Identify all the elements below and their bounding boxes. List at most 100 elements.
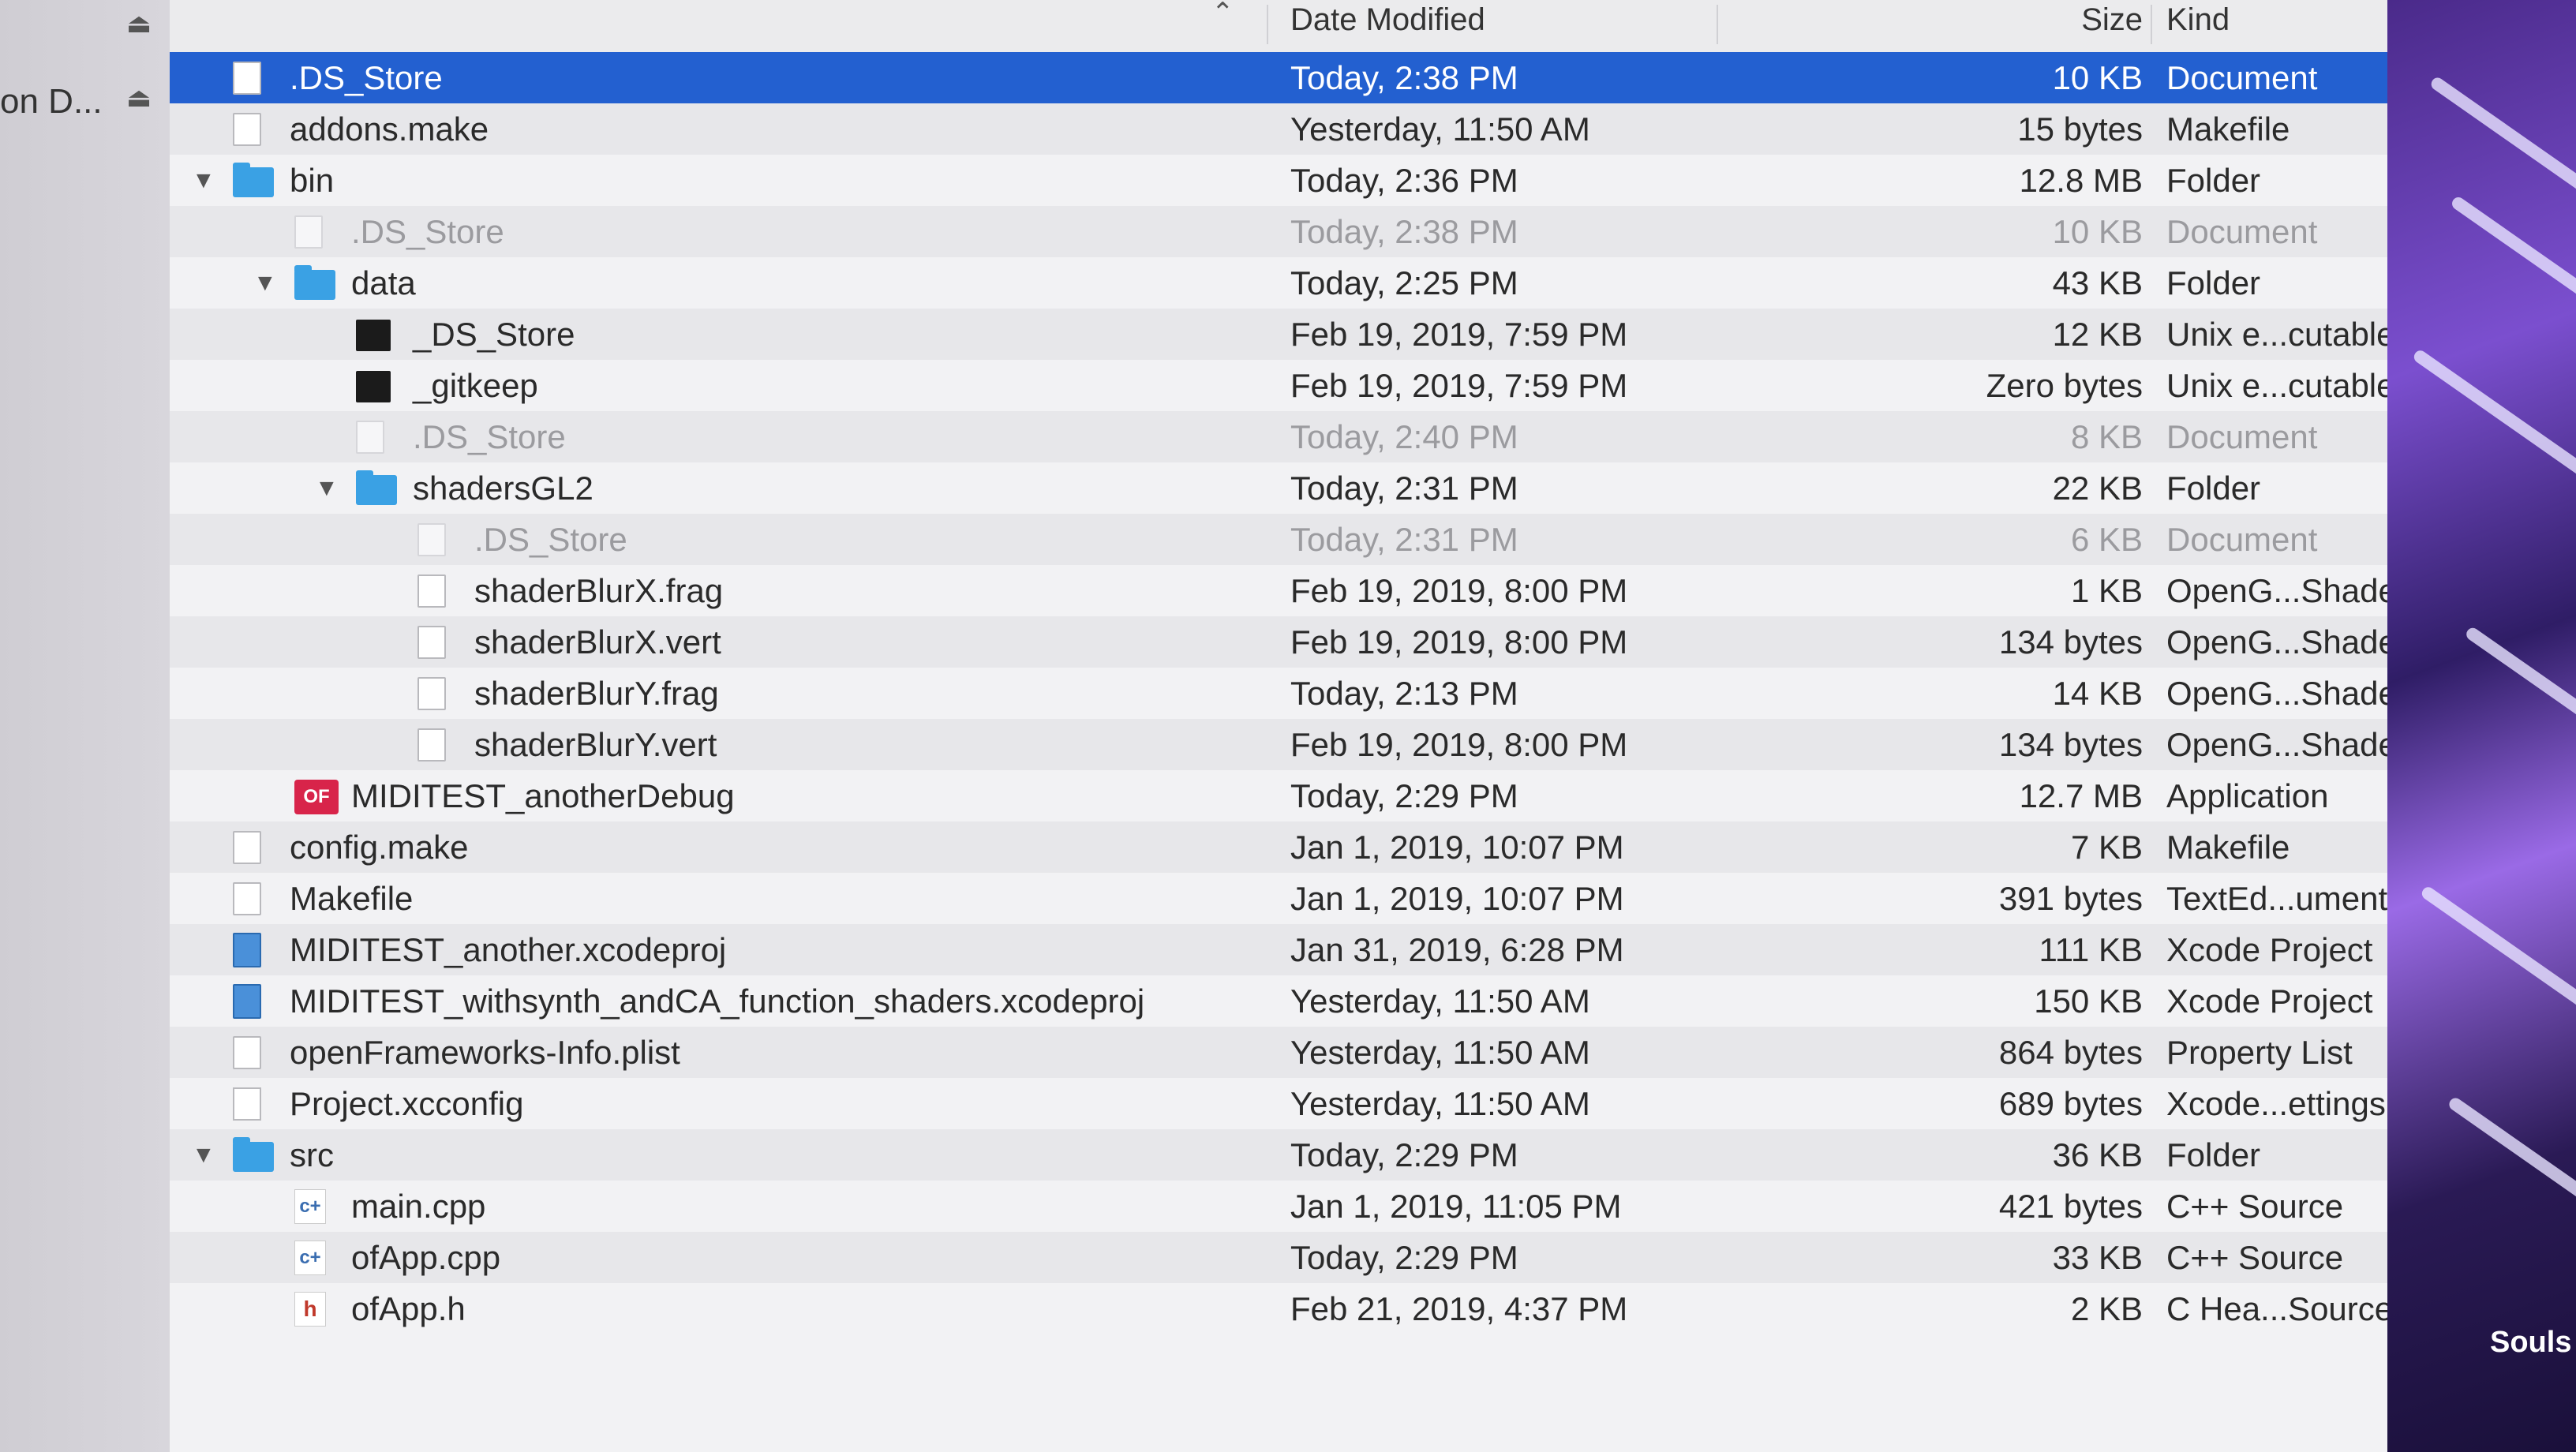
folder-icon: [294, 265, 335, 300]
file-row[interactable]: shaderBlurX.frag Feb 19, 2019, 8:00 PM 1 K…: [170, 565, 2387, 616]
file-kind: Property List: [2166, 1034, 2353, 1071]
file-name: shaderBlurY.vert: [474, 726, 717, 763]
folder-icon: [356, 470, 397, 505]
executable-icon: [356, 371, 391, 402]
file-name: config.make: [290, 829, 469, 866]
file-kind: Document: [2166, 418, 2318, 455]
column-divider[interactable]: [1717, 5, 1718, 44]
file-name: addons.make: [290, 110, 489, 148]
file-kind: C++ Source: [2166, 1239, 2344, 1276]
column-header-date[interactable]: Date Modified: [1290, 0, 1485, 52]
file-row[interactable]: _DS_Store Feb 19, 2019, 7:59 PM 12 KB Unix …: [170, 309, 2387, 360]
file-size: 33 KB: [2052, 1239, 2143, 1276]
file-row[interactable]: shaderBlurX.vert Feb 19, 2019, 8:00 PM 134…: [170, 616, 2387, 668]
file-icon: [417, 523, 446, 556]
file-size: 1 KB: [2070, 572, 2143, 609]
file-row[interactable]: shaderBlurY.frag Today, 2:13 PM 14 KB OpenG…: [170, 668, 2387, 719]
file-row[interactable]: ▼ shadersGL2 Today, 2:31 PM 22 KB Folder: [170, 462, 2387, 514]
file-kind: Document: [2166, 521, 2318, 558]
file-name: _DS_Store: [413, 316, 575, 353]
file-icon: [417, 728, 446, 762]
file-date-modified: Yesterday, 11:50 AM: [1290, 110, 1590, 148]
file-row[interactable]: c+ ofApp.cpp Today, 2:29 PM 33 KB C++ Source: [170, 1232, 2387, 1283]
xcode-project-icon: [233, 984, 261, 1019]
eject-icon[interactable]: ⏏: [126, 82, 152, 114]
disclosure-triangle-icon[interactable]: ▼: [253, 257, 277, 309]
file-row[interactable]: _gitkeep Feb 19, 2019, 7:59 PM Zero bytes U…: [170, 360, 2387, 411]
file-row[interactable]: openFrameworks-Info.plist Yesterday, 11:5…: [170, 1027, 2387, 1078]
file-size: 12.8 MB: [2019, 162, 2143, 199]
file-row[interactable]: Project.xcconfig Yesterday, 11:50 AM 689 b…: [170, 1078, 2387, 1129]
file-row[interactable]: ▼ bin Today, 2:36 PM 12.8 MB Folder: [170, 155, 2387, 206]
file-name: .DS_Store: [413, 418, 566, 455]
file-row[interactable]: ▼ src Today, 2:29 PM 36 KB Folder: [170, 1129, 2387, 1181]
file-name: openFrameworks-Info.plist: [290, 1034, 680, 1071]
disclosure-triangle-icon[interactable]: ▼: [192, 155, 215, 206]
file-name: ofApp.cpp: [351, 1239, 501, 1276]
sort-ascending-icon[interactable]: ⌃: [1211, 0, 1234, 28]
file-row[interactable]: .DS_Store Today, 2:38 PM 10 KB Document: [170, 52, 2387, 103]
file-date-modified: Today, 2:36 PM: [1290, 162, 1518, 199]
column-header-size[interactable]: Size: [1827, 0, 2143, 52]
file-row[interactable]: .DS_Store Today, 2:40 PM 8 KB Document: [170, 411, 2387, 462]
sidebar-item-label[interactable]: on D...: [0, 82, 103, 122]
file-name: main.cpp: [351, 1188, 486, 1225]
file-date-modified: Jan 31, 2019, 6:28 PM: [1290, 931, 1624, 968]
file-row[interactable]: ▼ data Today, 2:25 PM 43 KB Folder: [170, 257, 2387, 309]
file-row[interactable]: shaderBlurY.vert Feb 19, 2019, 8:00 PM 134…: [170, 719, 2387, 770]
file-icon: [356, 421, 384, 454]
file-row[interactable]: c+ main.cpp Jan 1, 2019, 11:05 PM 421 bytes…: [170, 1181, 2387, 1232]
disclosure-triangle-icon[interactable]: ▼: [192, 1129, 215, 1181]
file-date-modified: Today, 2:31 PM: [1290, 521, 1518, 558]
file-row[interactable]: Makefile Jan 1, 2019, 10:07 PM 391 bytes Te…: [170, 873, 2387, 924]
file-icon: [233, 62, 261, 95]
file-name: MIDITEST_another.xcodeproj: [290, 931, 727, 968]
file-icon: [233, 113, 261, 146]
file-date-modified: Feb 19, 2019, 8:00 PM: [1290, 572, 1628, 609]
file-kind: OpenG...Shader: [2166, 623, 2387, 661]
file-name: Makefile: [290, 880, 414, 917]
file-size: 14 KB: [2052, 675, 2143, 712]
file-name: Project.xcconfig: [290, 1085, 524, 1122]
column-header-bar: ⌃ Date Modified Size Kind: [170, 0, 2387, 54]
file-kind: Xcode...ettings: [2166, 1085, 2386, 1122]
file-row[interactable]: addons.make Yesterday, 11:50 AM 15 bytes Ma…: [170, 103, 2387, 155]
file-size: 6 KB: [2070, 521, 2143, 558]
file-row[interactable]: MIDITEST_another.xcodeproj Jan 31, 2019, …: [170, 924, 2387, 975]
file-row[interactable]: MIDITEST_withsynth_andCA_function_shader…: [170, 975, 2387, 1027]
file-kind: Makefile: [2166, 110, 2290, 148]
file-row[interactable]: .DS_Store Today, 2:38 PM 10 KB Document: [170, 206, 2387, 257]
file-date-modified: Today, 2:29 PM: [1290, 1136, 1518, 1173]
file-size: 10 KB: [2052, 59, 2143, 96]
file-row[interactable]: h ofApp.h Feb 21, 2019, 4:37 PM 2 KB C Hea..…: [170, 1283, 2387, 1334]
column-divider[interactable]: [1267, 5, 1268, 44]
eject-icon[interactable]: ⏏: [126, 8, 152, 39]
file-row[interactable]: config.make Jan 1, 2019, 10:07 PM 7 KB Make…: [170, 821, 2387, 873]
disclosure-triangle-icon[interactable]: ▼: [315, 462, 339, 514]
desktop-item-label[interactable]: Souls: [2490, 1326, 2571, 1360]
file-kind: Folder: [2166, 1136, 2261, 1173]
file-name: shadersGL2: [413, 470, 593, 507]
file-date-modified: Today, 2:38 PM: [1290, 59, 1518, 96]
file-kind: Application: [2166, 777, 2329, 814]
file-name: ofApp.h: [351, 1290, 466, 1327]
file-date-modified: Today, 2:40 PM: [1290, 418, 1518, 455]
file-name: MIDITEST_anotherDebug: [351, 777, 735, 814]
sidebar: ⏏ ⏏ on D...: [0, 0, 170, 1452]
file-list: .DS_Store Today, 2:38 PM 10 KB Document addo…: [170, 52, 2387, 1334]
column-header-kind[interactable]: Kind: [2166, 0, 2230, 52]
file-icon: [417, 574, 446, 608]
file-row[interactable]: .DS_Store Today, 2:31 PM 6 KB Document: [170, 514, 2387, 565]
file-kind: OpenG...Shader: [2166, 572, 2387, 609]
file-name: MIDITEST_withsynth_andCA_function_shader…: [290, 982, 1145, 1020]
file-date-modified: Today, 2:25 PM: [1290, 264, 1518, 301]
column-divider[interactable]: [2151, 5, 2152, 44]
desktop-wallpaper: Souls: [2387, 0, 2576, 1452]
finder-list-view: ⌃ Date Modified Size Kind .DS_Store Today…: [170, 0, 2387, 1452]
file-kind: Xcode Project: [2166, 931, 2373, 968]
file-kind: OpenG...Shader: [2166, 675, 2387, 712]
file-size: 15 bytes: [2017, 110, 2143, 148]
file-size: 864 bytes: [1998, 1034, 2143, 1071]
file-size: 22 KB: [2052, 470, 2143, 507]
file-row[interactable]: OF MIDITEST_anotherDebug Today, 2:29 PM 12.…: [170, 770, 2387, 821]
